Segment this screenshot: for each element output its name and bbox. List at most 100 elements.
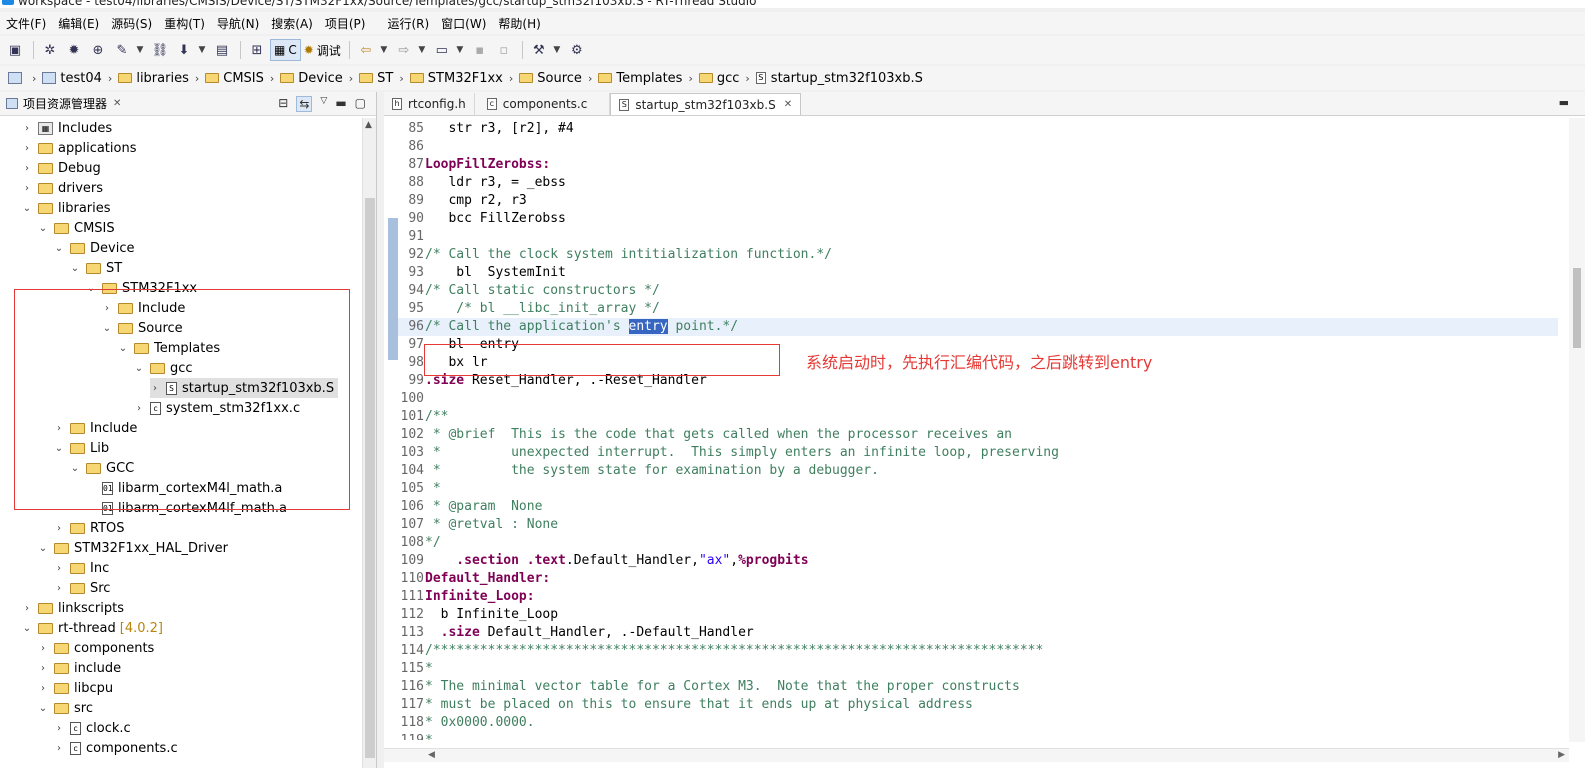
chevron-down-icon[interactable]: ⌄ <box>102 323 112 334</box>
menu-edit[interactable]: 编辑(E) <box>52 15 105 32</box>
menu-source[interactable]: 源码(S) <box>105 15 158 32</box>
breadcrumb-file[interactable]: Sstartup_stm32f103xb.S <box>755 71 923 86</box>
chevron-down-icon[interactable]: ▼ <box>455 39 465 61</box>
tree-node-libarm-m4l[interactable]: 01 libarm_cortexM4l_math.a <box>102 478 282 498</box>
chevron-down-icon[interactable]: ▼ <box>197 39 207 61</box>
menu-help[interactable]: 帮助(H) <box>492 15 546 32</box>
forward-icon[interactable]: ⇨ <box>393 39 415 61</box>
hammer-icon[interactable]: ⚒ <box>528 39 550 61</box>
chevron-right-icon[interactable]: › <box>22 143 32 154</box>
tree-node-include[interactable]: › Include <box>102 298 185 318</box>
tree-node-hal-driver[interactable]: ⌄ STM32F1xx_HAL_Driver <box>38 538 228 558</box>
link-with-editor-icon[interactable]: ⇆ <box>296 96 313 112</box>
chevron-down-icon[interactable]: ⌄ <box>70 463 80 474</box>
chevron-right-icon[interactable]: › <box>22 183 32 194</box>
chevron-right-icon[interactable]: › <box>54 423 64 434</box>
menu-refactor[interactable]: 重构(T) <box>158 15 211 32</box>
back-icon[interactable]: ⇦ <box>355 39 377 61</box>
chevron-down-icon[interactable]: ⌄ <box>70 263 80 274</box>
tree-node-inc[interactable]: › Inc <box>54 558 109 578</box>
tree-node-device[interactable]: ⌄ Device <box>54 238 135 258</box>
minimize-icon[interactable]: ▬ <box>1559 96 1569 109</box>
chevron-down-icon[interactable]: ▼ <box>379 39 389 61</box>
tree-node-src-hal[interactable]: › Src <box>54 578 110 598</box>
tab-startup[interactable]: Sstartup_stm32f103xb.S ✕ <box>610 93 802 115</box>
settings-icon[interactable]: ✲ <box>39 39 61 61</box>
menu-window[interactable]: 窗口(W) <box>435 15 492 32</box>
close-icon[interactable]: ✕ <box>113 98 121 109</box>
maximize-icon[interactable]: ▢ <box>355 96 366 112</box>
breadcrumb-templates[interactable]: Templates <box>598 71 682 86</box>
chevron-right-icon[interactable]: › <box>54 743 64 754</box>
open-perspective-icon[interactable]: ⊞ <box>246 39 268 61</box>
minimize-icon[interactable]: ▬ <box>335 96 346 112</box>
tree-node-libcpu[interactable]: › libcpu <box>38 678 113 698</box>
tree-node-system-file[interactable]: › c system_stm32f1xx.c <box>134 398 300 418</box>
tree-node-libarm-m4lf[interactable]: 01 libarm_cortexM4lf_math.a <box>102 498 287 518</box>
chevron-down-icon[interactable]: ⌄ <box>118 343 128 354</box>
tree-node-applications[interactable]: › applications <box>22 138 136 158</box>
tree-node-include-rt[interactable]: › include <box>38 658 121 678</box>
chevron-right-icon[interactable]: › <box>102 303 112 314</box>
tree-node-gcc-lib[interactable]: ⌄ GCC <box>70 458 134 478</box>
tree-node-includes[interactable]: › ▦ Includes <box>22 118 112 138</box>
chevron-down-icon[interactable]: ⌄ <box>38 703 48 714</box>
breadcrumb-gcc[interactable]: gcc <box>698 71 739 86</box>
breadcrumb-st[interactable]: ST <box>359 71 393 86</box>
debug-bug-icon[interactable]: ✹ <box>63 39 85 61</box>
scrollbar-thumb[interactable] <box>1573 268 1581 348</box>
chevron-right-icon[interactable]: › <box>54 523 64 534</box>
download-icon[interactable]: ⬇ <box>173 39 195 61</box>
tree-node-drivers[interactable]: › drivers <box>22 178 103 198</box>
tree-node-gcc[interactable]: ⌄ gcc <box>134 358 193 378</box>
code-editor[interactable]: 85 str r3, [r2], #4 86 87LoopFillZerobss… <box>384 120 1559 740</box>
tree-node-st[interactable]: ⌄ ST <box>70 258 122 278</box>
wrench-icon[interactable]: ⚙ <box>566 39 588 61</box>
sdk-manager-icon[interactable]: ⊕ <box>87 39 109 61</box>
chevron-right-icon[interactable]: › <box>22 123 32 134</box>
tree-node-include-2[interactable]: › Include <box>54 418 137 438</box>
tree-node-src[interactable]: ⌄ src <box>38 698 93 718</box>
breadcrumb-libraries[interactable]: libraries <box>118 71 189 86</box>
tree-node-clock-c[interactable]: › c clock.c <box>54 718 131 738</box>
tree-node-startup-file[interactable]: › Sstartup_stm32f103xb.S <box>150 378 339 398</box>
close-icon[interactable]: ✕ <box>784 99 792 110</box>
tab-rtconfig[interactable]: h rtconfig.h <box>384 93 475 115</box>
chevron-right-icon[interactable]: ▶ <box>1558 750 1565 760</box>
debug-perspective-button[interactable]: ✹ 调试 <box>301 39 344 61</box>
collapse-all-icon[interactable]: ⊟ <box>278 96 288 112</box>
tree-node-components-c[interactable]: › c components.c <box>54 738 178 758</box>
tree-node-templates[interactable]: ⌄ Templates <box>118 338 220 358</box>
scrollbar-thumb[interactable] <box>365 198 375 758</box>
tree-node-rt-thread[interactable]: ⌄ rt-thread [4.0.2] <box>22 618 163 638</box>
menu-search[interactable]: 搜索(A) <box>265 15 319 32</box>
chevron-right-icon[interactable]: › <box>22 603 32 614</box>
chevron-down-icon[interactable]: ⌄ <box>22 203 32 214</box>
new-icon[interactable]: ▣ <box>4 39 26 61</box>
new-file-icon[interactable]: ▭ <box>431 39 453 61</box>
tab-components[interactable]: c components.c <box>475 93 611 115</box>
breadcrumb-source[interactable]: Source <box>519 71 582 86</box>
breadcrumb-device[interactable]: Device <box>280 71 343 86</box>
tree-node-rtos[interactable]: › RTOS <box>54 518 125 538</box>
tree-node-cmsis[interactable]: ⌄ CMSIS <box>38 218 115 238</box>
chevron-right-icon[interactable]: › <box>54 723 64 734</box>
chevron-right-icon[interactable]: › <box>54 583 64 594</box>
terminal-icon[interactable]: ▤ <box>211 39 233 61</box>
chevron-right-icon[interactable]: › <box>150 383 160 394</box>
menu-file[interactable]: 文件(F) <box>0 15 52 32</box>
chevron-down-icon[interactable]: ⌄ <box>38 543 48 554</box>
tree-node-stm32f1xx[interactable]: ⌄ STM32F1xx <box>86 278 197 298</box>
save-icon[interactable]: ▪ <box>469 39 491 61</box>
chevron-right-icon[interactable]: › <box>22 163 32 174</box>
chevron-down-icon[interactable]: ▼ <box>135 39 145 61</box>
chevron-up-icon[interactable]: ▲ <box>365 120 372 130</box>
chevron-right-icon[interactable]: › <box>134 403 144 414</box>
chevron-right-icon[interactable]: › <box>38 683 48 694</box>
tree-node-debug[interactable]: › Debug <box>22 158 101 178</box>
chevron-down-icon[interactable]: ⌄ <box>54 243 64 254</box>
breadcrumb-cmsis[interactable]: CMSIS <box>205 71 264 86</box>
tree-scrollbar[interactable]: ▲ <box>362 118 376 768</box>
view-menu-icon[interactable]: ▽ <box>320 96 327 112</box>
editor-hscrollbar[interactable]: ◀ ▶ <box>384 748 1569 762</box>
